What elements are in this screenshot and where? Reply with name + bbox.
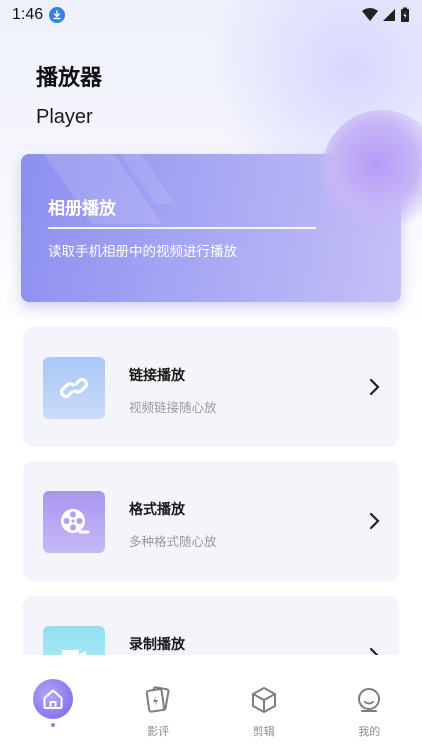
battery-icon xyxy=(401,7,409,22)
link-thumb xyxy=(43,357,105,419)
format-play-subtitle: 多种格式随心放 xyxy=(129,534,217,549)
divider xyxy=(48,227,316,229)
chevron-right-icon xyxy=(369,378,380,396)
home-icon xyxy=(43,689,63,709)
active-indicator xyxy=(50,723,55,727)
profile-icon xyxy=(358,688,381,712)
bottom-nav: 影评 剪辑 我的 xyxy=(0,655,422,750)
link-play-subtitle: 视频链接随心放 xyxy=(129,400,217,415)
film-reel-icon xyxy=(61,509,90,534)
album-play-title: 相册播放 xyxy=(48,199,116,219)
page-title: 播放器 xyxy=(36,66,103,91)
nav-label-profile: 我的 xyxy=(358,725,381,738)
link-play-card[interactable]: 链接播放 视频链接随心放 xyxy=(23,327,399,447)
record-play-title: 录制播放 xyxy=(129,637,185,653)
nav-label-edit: 剪辑 xyxy=(252,725,275,738)
cube-icon xyxy=(251,687,276,713)
status-bar: 1:46 xyxy=(0,0,422,30)
wifi-icon xyxy=(362,8,378,21)
album-play-subtitle: 读取手机相册中的视频进行播放 xyxy=(48,244,237,260)
nav-item-profile[interactable]: 我的 xyxy=(317,655,422,750)
download-icon xyxy=(49,7,66,23)
page-subtitle: Player xyxy=(36,106,93,128)
cards-icon xyxy=(146,686,170,713)
format-play-card[interactable]: 格式播放 多种格式随心放 xyxy=(23,461,399,581)
chevron-right-icon xyxy=(369,512,380,530)
nav-item-edit[interactable]: 剪辑 xyxy=(211,655,317,750)
home-bubble xyxy=(32,679,73,719)
status-time: 1:46 xyxy=(12,6,44,23)
format-play-title: 格式播放 xyxy=(129,502,185,518)
nav-item-home[interactable] xyxy=(0,655,106,750)
nav-label-reviews: 影评 xyxy=(147,725,170,738)
nav-item-reviews[interactable]: 影评 xyxy=(106,655,212,750)
link-play-title: 链接播放 xyxy=(129,368,185,384)
link-icon xyxy=(59,377,89,399)
format-thumb xyxy=(43,491,105,553)
signal-icon xyxy=(383,9,395,21)
